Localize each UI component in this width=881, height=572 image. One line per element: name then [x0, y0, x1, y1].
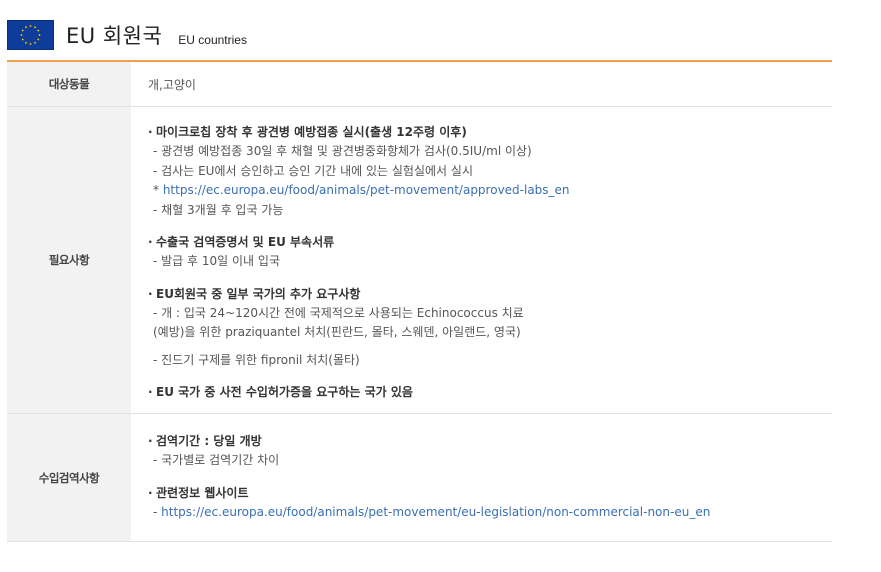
- section-heading: EU회원국 중 일부 국가의 추가 요구사항: [156, 286, 361, 301]
- flag-star: [37, 29, 40, 32]
- requirement-block-additional: · EU회원국 중 일부 국가의 추가 요구사항 - 개 : 입국 24~120시…: [148, 284, 831, 371]
- detail-line: - 진드기 구제를 위한 fipronil 처치(몰타): [153, 352, 360, 367]
- detail-line: - 채혈 3개월 후 입국 가능: [153, 202, 284, 217]
- eu-legislation-link[interactable]: https://ec.europa.eu/food/animals/pet-mo…: [161, 505, 710, 519]
- table-row-requirements: 필요사항 · 마이크로칩 장착 후 광견병 예방접종 실시(출생 12주령 이후)…: [7, 106, 832, 414]
- requirement-block-certificate: · 수출국 검역증명서 및 EU 부속서류 - 발급 후 10일 이내 입국: [148, 232, 831, 272]
- target-animals-value: 개,고양이: [131, 61, 832, 107]
- link-prefix: -: [153, 504, 162, 519]
- link-prefix: *: [153, 183, 163, 197]
- section-heading: 관련정보 웹사이트: [156, 485, 249, 500]
- flag-star: [38, 34, 41, 36]
- flag-star: [21, 38, 24, 41]
- row-label: 대상동물: [7, 61, 131, 107]
- requirement-block-permit: · EU 국가 중 사전 수입허가증을 요구하는 국가 있음: [148, 385, 413, 399]
- flag-star: [34, 41, 36, 44]
- detail-line: - 개 : 입국 24~120시간 전에 국제적으로 사용되는 Echinoco…: [153, 305, 524, 320]
- flag-star: [21, 29, 24, 32]
- flag-star: [29, 43, 32, 45]
- flag-star: [34, 26, 36, 29]
- page-header: EU 회원국 EU countries: [7, 19, 247, 51]
- flag-star: [37, 38, 40, 41]
- flag-star: [25, 26, 27, 29]
- detail-line: - 광견병 예방접종 30일 후 채혈 및 광견병중화항체가 검사(0.5IU/…: [153, 144, 532, 158]
- quarantine-block-period: · 검역기간 : 당일 개방 - 국가별로 검역기간 차이: [148, 431, 831, 471]
- table-row-target-animals: 대상동물 개,고양이: [7, 61, 832, 107]
- flag-star: [29, 25, 32, 27]
- table-row-import-quarantine: 수입검역사항 · 검역기간 : 당일 개방 - 국가별로 검역기간 차이 · 관련정…: [7, 413, 832, 542]
- detail-line: (예방)을 위한 praziquantel 처치(핀란드, 몰타, 스웨덴, 아…: [153, 325, 521, 339]
- section-heading: 검역기간 : 당일 개방: [156, 434, 262, 448]
- flag-star: [25, 41, 27, 44]
- section-heading: EU 국가 중 사전 수입허가증을 요구하는 국가 있음: [156, 385, 413, 399]
- row-label: 필요사항: [7, 106, 131, 414]
- approved-labs-link[interactable]: https://ec.europa.eu/food/animals/pet-mo…: [163, 183, 570, 197]
- import-quarantine-content: · 검역기간 : 당일 개방 - 국가별로 검역기간 차이 · 관련정보 웹사이트 …: [131, 413, 832, 542]
- flag-star: [20, 34, 23, 36]
- page-title: EU 회원국: [66, 24, 163, 48]
- requirements-content: · 마이크로칩 장착 후 광견병 예방접종 실시(출생 12주령 이후) - 광견…: [131, 106, 832, 414]
- detail-line: - 검사는 EU에서 승인하고 승인 기간 내에 있는 실험실에서 실시: [153, 163, 473, 178]
- eu-flag-icon: [7, 20, 54, 50]
- quarantine-block-website: · 관련정보 웹사이트 - https://ec.europa.eu/food/a…: [148, 485, 711, 519]
- info-table: 대상동물 개,고양이 필요사항 · 마이크로칩 장착 후 광견병 예방접종 실시(…: [7, 60, 832, 542]
- requirement-block-microchip: · 마이크로칩 장착 후 광견병 예방접종 실시(출생 12주령 이후) - 광견…: [148, 122, 831, 220]
- detail-line: - 발급 후 10일 이내 입국: [153, 254, 280, 268]
- section-heading: 수출국 검역증명서 및 EU 부속서류: [156, 235, 335, 249]
- detail-line: - 국가별로 검역기간 차이: [153, 453, 280, 467]
- page-subtitle: EU countries: [178, 33, 247, 47]
- row-label: 수입검역사항: [7, 413, 131, 542]
- section-heading: 마이크로칩 장착 후 광견병 예방접종 실시(출생 12주령 이후): [156, 125, 467, 139]
